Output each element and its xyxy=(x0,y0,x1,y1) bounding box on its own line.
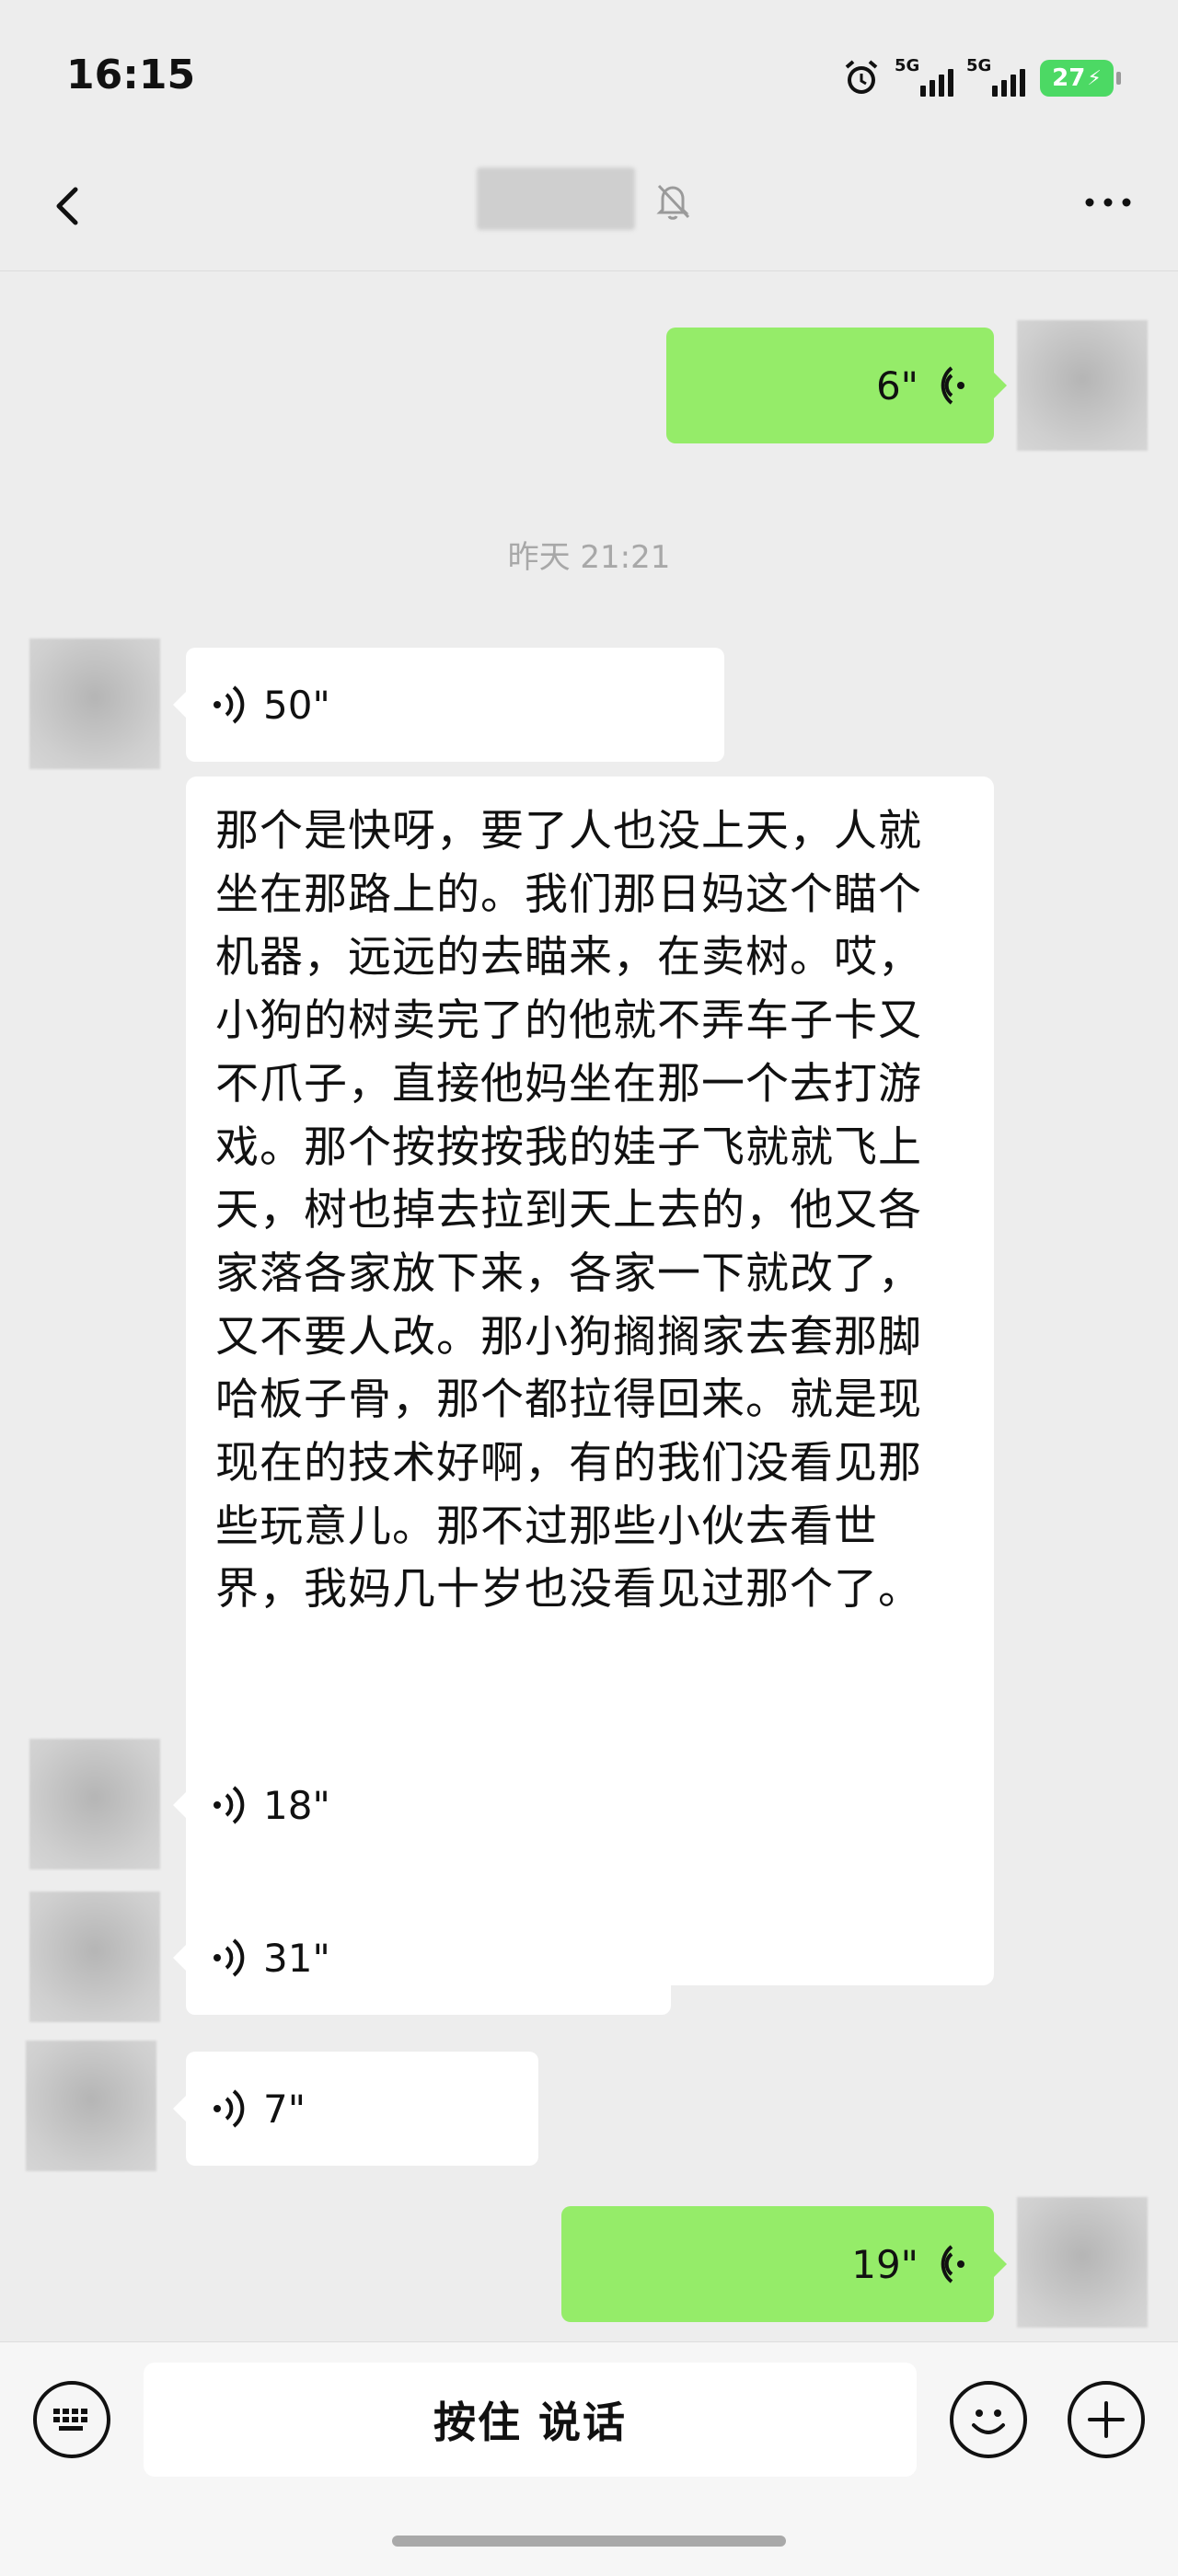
contact-avatar[interactable] xyxy=(29,1892,160,2022)
voice-duration: 6" xyxy=(875,362,918,408)
battery-level: 27 xyxy=(1052,64,1086,92)
my-avatar[interactable] xyxy=(1017,320,1148,451)
outgoing-voice-message[interactable]: 19" xyxy=(561,2206,1007,2322)
more-dots-icon[interactable] xyxy=(1071,184,1145,221)
voice-duration: 18" xyxy=(263,1782,330,1828)
voice-wave-icon xyxy=(214,1786,245,1824)
voice-duration: 31" xyxy=(263,1935,330,1981)
voice-wave-icon xyxy=(941,366,964,405)
voice-duration: 7" xyxy=(263,2086,306,2132)
emoji-icon[interactable] xyxy=(950,2381,1027,2458)
my-avatar[interactable] xyxy=(1017,2197,1148,2328)
voice-wave-icon xyxy=(941,2245,964,2283)
plus-icon[interactable] xyxy=(1068,2381,1145,2458)
signal-icon-2: 5G xyxy=(966,56,1025,97)
keyboard-icon[interactable] xyxy=(33,2381,110,2458)
status-icons: 5G 5G 27 ⚡ xyxy=(841,55,1121,101)
battery-icon: 27 ⚡ xyxy=(1040,60,1121,97)
status-bar: 16:15 5G 5G 27 ⚡ xyxy=(0,0,1178,147)
voice-wave-icon xyxy=(214,2089,245,2128)
contact-avatar[interactable] xyxy=(29,1739,160,1869)
home-indicator xyxy=(392,2536,786,2547)
alarm-icon xyxy=(845,60,878,94)
status-time: 16:15 xyxy=(66,52,196,98)
incoming-voice-message[interactable]: 50" xyxy=(173,648,724,762)
voice-wave-icon xyxy=(214,1938,245,1977)
voice-duration: 19" xyxy=(851,2241,918,2287)
timestamp: 昨天 21:21 xyxy=(507,539,671,576)
bell-off-icon xyxy=(656,184,690,220)
incoming-voice-message[interactable]: 31" xyxy=(173,1901,671,2015)
input-bar: 按住 说话 xyxy=(0,2341,1178,2576)
chat-header xyxy=(0,147,1178,271)
contact-avatar[interactable] xyxy=(29,638,160,769)
network-label-2: 5G xyxy=(966,56,992,75)
chat-list[interactable]: 6" 昨天 21:21 50" 那个是快呀，要了人也没上天，人就坐在那路上的。我… xyxy=(0,272,1178,2342)
transcript-content: 那个是快呀，要了人也没上天，人就坐在那路上的。我们那日妈这个瞄个机器，远远的去瞄… xyxy=(215,806,922,1616)
incoming-voice-message[interactable]: 7" xyxy=(173,2052,538,2166)
signal-icon-1: 5G xyxy=(895,56,953,97)
contact-name-blurred xyxy=(477,167,635,230)
incoming-voice-message[interactable]: 18" xyxy=(173,1748,617,1862)
network-label-1: 5G xyxy=(895,56,920,75)
outgoing-voice-message[interactable]: 6" xyxy=(666,328,1007,443)
voice-duration: 50" xyxy=(263,682,330,728)
contact-avatar[interactable] xyxy=(26,2041,156,2171)
voice-wave-icon xyxy=(214,685,245,724)
hold-to-talk-button[interactable]: 按住 说话 xyxy=(144,2363,917,2477)
chevron-left-icon[interactable] xyxy=(37,169,101,243)
